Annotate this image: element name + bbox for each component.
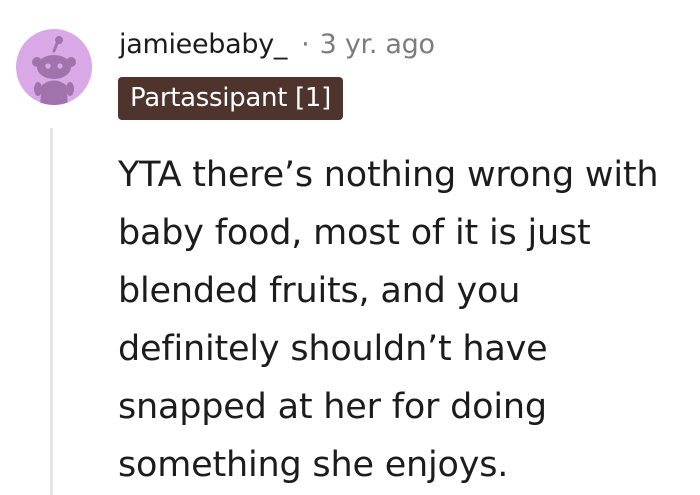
comment-body-line: snapped at her for doing xyxy=(118,387,547,427)
comment-body-line: something she enjoys. xyxy=(118,445,509,485)
timestamp-link[interactable]: 3 yr. ago xyxy=(320,29,435,60)
user-flair-badge: Partassipant [1] xyxy=(118,77,343,120)
comment-body-line: definitely shouldn’t have xyxy=(118,329,548,369)
comment-body-line: baby food, most of it is just xyxy=(118,213,591,253)
comment-header: jamieebaby_ · 3 yr. ago xyxy=(119,24,435,64)
username-link[interactable]: jamieebaby_ xyxy=(119,29,287,60)
comment-body-line: YTA there’s nothing wrong with xyxy=(118,155,659,195)
reddit-snoo-avatar-icon xyxy=(32,36,76,105)
comment: jamieebaby_ · 3 yr. ago Partassipant [1]… xyxy=(0,0,700,495)
user-avatar[interactable] xyxy=(16,29,92,105)
comment-body-line: blended fruits, and you xyxy=(118,271,521,311)
meta-separator: · xyxy=(301,28,310,60)
comment-body: YTA there’s nothing wrong with baby food… xyxy=(118,146,693,494)
thread-line[interactable] xyxy=(50,128,53,495)
